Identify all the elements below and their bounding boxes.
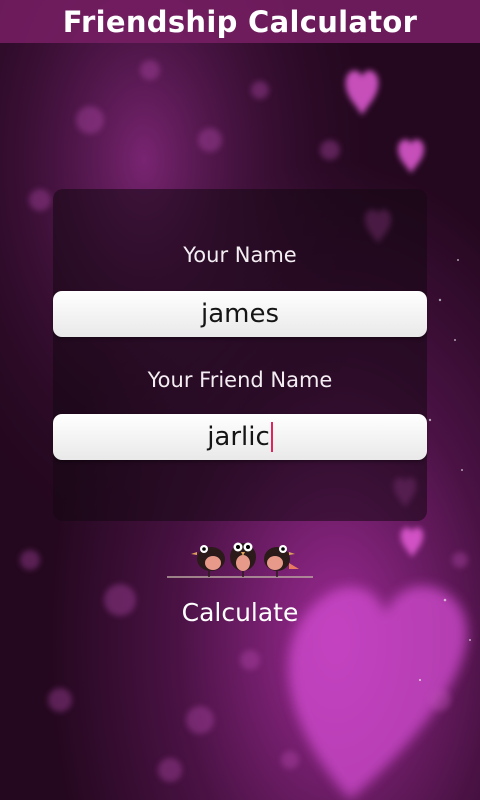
text-caret [270,422,273,452]
calculate-button[interactable]: Calculate [140,590,340,636]
title-bar: Friendship Calculator [0,0,480,43]
your-name-value: james [200,299,280,329]
birds-icon [167,542,313,578]
form-panel: Your Name james Your Friend Name jarlic [53,189,427,521]
friend-name-value: jarlic [207,422,270,452]
app-title: Friendship Calculator [62,4,418,39]
friend-name-input[interactable]: jarlic [53,414,427,460]
your-name-label: Your Name [183,243,297,267]
your-name-input[interactable]: james [53,291,427,337]
friend-name-label: Your Friend Name [147,368,333,392]
